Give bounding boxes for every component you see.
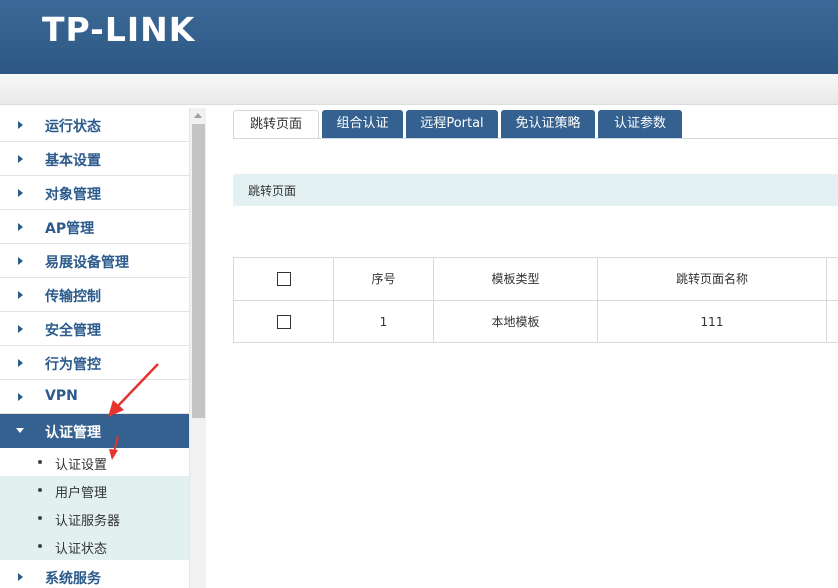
sidebar-item-basic-settings[interactable]: 基本设置	[0, 142, 190, 176]
tp-link-logo: TP-LINK	[42, 10, 196, 49]
sidebar-item-auth-management[interactable]: 认证管理	[0, 414, 190, 448]
column-header-page-name: 跳转页面名称	[598, 258, 827, 300]
sidebar-subitem-auth-server[interactable]: 认证服务器	[0, 504, 190, 532]
table-row[interactable]: 1 本地模板 111	[234, 301, 838, 344]
scroll-up-arrow-icon[interactable]	[194, 113, 202, 118]
sidebar-item-label: 运行状态	[45, 119, 101, 135]
row-index: 1	[334, 301, 434, 343]
section-header: 跳转页面	[233, 174, 838, 206]
collapse-arrow-icon	[16, 428, 24, 433]
sidebar-item-vpn[interactable]: VPN	[0, 380, 190, 414]
expand-arrow-icon	[18, 359, 23, 367]
sidebar-item-transmission-control[interactable]: 传输控制	[0, 278, 190, 312]
sidebar-item-run-status[interactable]: 运行状态	[0, 108, 190, 142]
sidebar-item-label: 传输控制	[45, 289, 101, 305]
sidebar-item-label: 系统服务	[45, 571, 101, 587]
tab-divider	[233, 138, 838, 139]
sidebar-item-label: 认证管理	[45, 425, 101, 441]
tab-redirect-page[interactable]: 跳转页面	[233, 110, 319, 139]
tab-auth-parameters[interactable]: 认证参数	[598, 110, 682, 139]
sidebar-subitem-label: 认证状态	[55, 542, 108, 557]
row-checkbox-cell	[234, 301, 334, 343]
sidebar-subitem-auth-status[interactable]: 认证状态	[0, 532, 190, 560]
sidebar-item-object-management[interactable]: 对象管理	[0, 176, 190, 210]
column-header-template-type: 模板类型	[434, 258, 598, 300]
bullet-icon	[38, 544, 42, 548]
sidebar-item-label: 安全管理	[45, 323, 101, 339]
sidebar-item-behavior-control[interactable]: 行为管控	[0, 346, 190, 380]
sidebar-menu: 运行状态 基本设置 对象管理 AP管理 易展设备管理 传输控制 安全管理 行为管…	[0, 108, 190, 588]
bullet-icon	[38, 460, 42, 464]
section-title: 跳转页面	[248, 184, 297, 198]
toolbar-strip	[0, 74, 838, 105]
sidebar-item-easy-device-management[interactable]: 易展设备管理	[0, 244, 190, 278]
sidebar-item-label: AP管理	[45, 221, 95, 237]
expand-arrow-icon	[18, 223, 23, 231]
sidebar-subitem-label: 认证服务器	[55, 514, 121, 529]
sidebar-item-security-management[interactable]: 安全管理	[0, 312, 190, 346]
sidebar-item-ap-management[interactable]: AP管理	[0, 210, 190, 244]
expand-arrow-icon	[18, 573, 23, 581]
expand-arrow-icon	[18, 189, 23, 197]
sidebar-item-label: 对象管理	[45, 187, 101, 203]
row-checkbox[interactable]	[277, 315, 291, 329]
expand-arrow-icon	[18, 121, 23, 129]
bullet-icon	[38, 488, 42, 492]
expand-arrow-icon	[18, 155, 23, 163]
expand-arrow-icon	[18, 325, 23, 333]
table-header-row: 序号 模板类型 跳转页面名称	[234, 258, 838, 301]
redirect-page-table: 序号 模板类型 跳转页面名称 1 本地模板 111	[233, 257, 838, 343]
expand-arrow-icon	[18, 257, 23, 265]
tab-combined-auth[interactable]: 组合认证	[322, 110, 403, 139]
sidebar-subitem-user-management[interactable]: 用户管理	[0, 476, 190, 504]
sidebar-item-label: 基本设置	[45, 153, 101, 169]
bullet-icon	[38, 516, 42, 520]
sidebar-item-label: 易展设备管理	[45, 255, 129, 271]
tab-auth-free-policy[interactable]: 免认证策略	[501, 110, 595, 139]
tab-remote-portal[interactable]: 远程Portal	[406, 110, 498, 139]
column-header-index: 序号	[334, 258, 434, 300]
select-all-checkbox[interactable]	[277, 272, 291, 286]
sidebar-scrollbar[interactable]	[189, 108, 206, 588]
row-template-type: 本地模板	[434, 301, 598, 343]
row-page-name: 111	[598, 301, 827, 343]
sidebar-item-label: 行为管控	[45, 357, 101, 373]
header-checkbox-cell	[234, 258, 334, 300]
expand-arrow-icon	[18, 393, 23, 401]
sidebar-item-label: VPN	[45, 388, 78, 404]
sidebar-subitem-label: 认证设置	[55, 458, 108, 473]
sidebar-subitem-auth-settings[interactable]: 认证设置	[0, 448, 190, 476]
scrollbar-thumb[interactable]	[192, 124, 205, 418]
sidebar-subitem-label: 用户管理	[55, 486, 108, 501]
sidebar-item-system-services[interactable]: 系统服务	[0, 560, 190, 588]
expand-arrow-icon	[18, 291, 23, 299]
header-banner: TP-LINK	[0, 0, 838, 74]
